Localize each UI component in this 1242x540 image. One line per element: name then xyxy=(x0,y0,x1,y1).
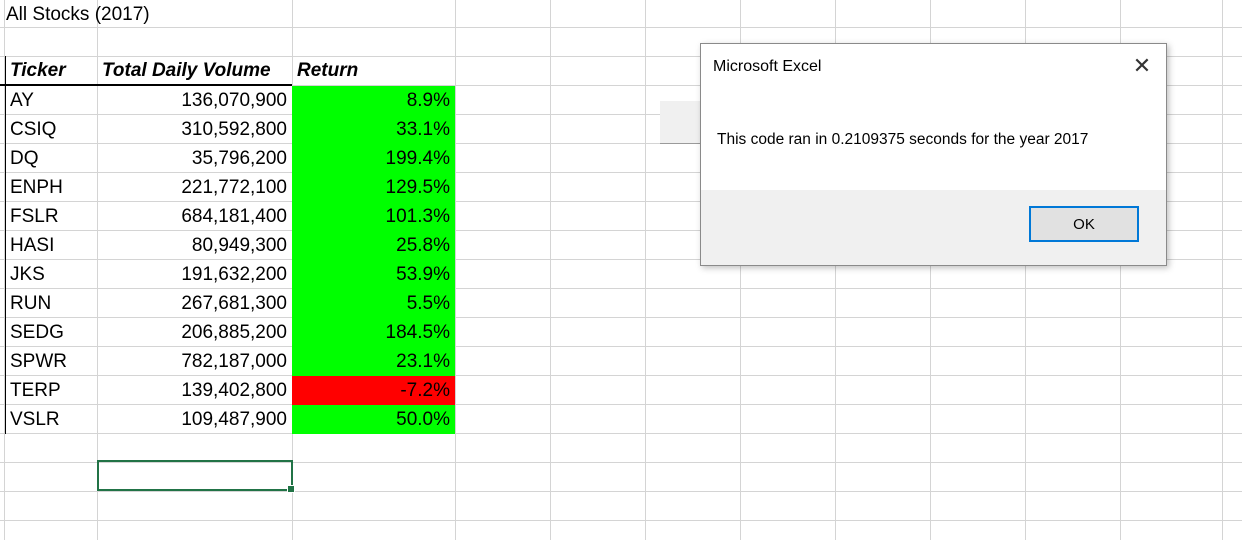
grid-line xyxy=(0,491,1242,492)
volume-cell[interactable]: 35,796,200 xyxy=(97,144,292,173)
ticker-cell[interactable]: DQ xyxy=(5,144,97,173)
return-cell[interactable]: 53.9% xyxy=(292,260,455,289)
volume-cell[interactable]: 684,181,400 xyxy=(97,202,292,231)
volume-cell[interactable]: 782,187,000 xyxy=(97,347,292,376)
fill-handle[interactable] xyxy=(287,485,295,493)
return-cell[interactable]: 23.1% xyxy=(292,347,455,376)
dialog-body: This code ran in 0.2109375 seconds for t… xyxy=(701,88,1166,190)
return-cell[interactable]: 129.5% xyxy=(292,173,455,202)
volume-cell[interactable]: 109,487,900 xyxy=(97,405,292,434)
ticker-cell[interactable]: ENPH xyxy=(5,173,97,202)
volume-cell[interactable]: 136,070,900 xyxy=(97,86,292,115)
ticker-cell[interactable]: CSIQ xyxy=(5,115,97,144)
return-cell[interactable]: 5.5% xyxy=(292,289,455,318)
return-cell[interactable]: 33.1% xyxy=(292,115,455,144)
ticker-cell[interactable]: SEDG xyxy=(5,318,97,347)
ticker-cell[interactable]: RUN xyxy=(5,289,97,318)
ticker-cell[interactable]: TERP xyxy=(5,376,97,405)
ticker-cell[interactable]: FSLR xyxy=(5,202,97,231)
dialog-title: Microsoft Excel xyxy=(713,58,822,75)
volume-cell[interactable]: 221,772,100 xyxy=(97,173,292,202)
return-cell[interactable]: 8.9% xyxy=(292,86,455,115)
ticker-cell[interactable]: SPWR xyxy=(5,347,97,376)
volume-cell[interactable]: 310,592,800 xyxy=(97,115,292,144)
sheet-title[interactable]: All Stocks (2017) xyxy=(0,0,150,29)
grid-line xyxy=(1222,0,1223,540)
return-cell[interactable]: 199.4% xyxy=(292,144,455,173)
ticker-cell[interactable]: HASI xyxy=(5,231,97,260)
return-cell[interactable]: 25.8% xyxy=(292,231,455,260)
return-cell[interactable]: -7.2% xyxy=(292,376,455,405)
close-icon[interactable]: ✕ xyxy=(1128,52,1156,80)
dialog-message: This code ran in 0.2109375 seconds for t… xyxy=(717,131,1089,148)
ticker-cell[interactable]: VSLR xyxy=(5,405,97,434)
message-dialog: Microsoft Excel ✕ This code ran in 0.210… xyxy=(700,43,1167,266)
volume-cell[interactable]: 191,632,200 xyxy=(97,260,292,289)
volume-cell[interactable]: 267,681,300 xyxy=(97,289,292,318)
return-cell[interactable]: 184.5% xyxy=(292,318,455,347)
grid-line xyxy=(0,520,1242,521)
grid-line xyxy=(455,0,456,540)
header-return[interactable]: Return xyxy=(292,56,455,85)
return-cell[interactable]: 101.3% xyxy=(292,202,455,231)
background-button[interactable] xyxy=(660,101,702,144)
grid-line xyxy=(550,0,551,540)
volume-cell[interactable]: 80,949,300 xyxy=(97,231,292,260)
return-cell[interactable]: 50.0% xyxy=(292,405,455,434)
header-volume[interactable]: Total Daily Volume xyxy=(97,56,292,85)
grid-line xyxy=(645,0,646,540)
ticker-cell[interactable]: AY xyxy=(5,86,97,115)
selected-cell[interactable] xyxy=(97,460,295,493)
grid-line xyxy=(0,27,1242,28)
ok-button[interactable]: OK xyxy=(1029,206,1139,242)
volume-cell[interactable]: 139,402,800 xyxy=(97,376,292,405)
volume-cell[interactable]: 206,885,200 xyxy=(97,318,292,347)
header-ticker[interactable]: Ticker xyxy=(5,56,97,85)
ticker-cell[interactable]: JKS xyxy=(5,260,97,289)
dialog-footer: OK xyxy=(701,190,1166,265)
